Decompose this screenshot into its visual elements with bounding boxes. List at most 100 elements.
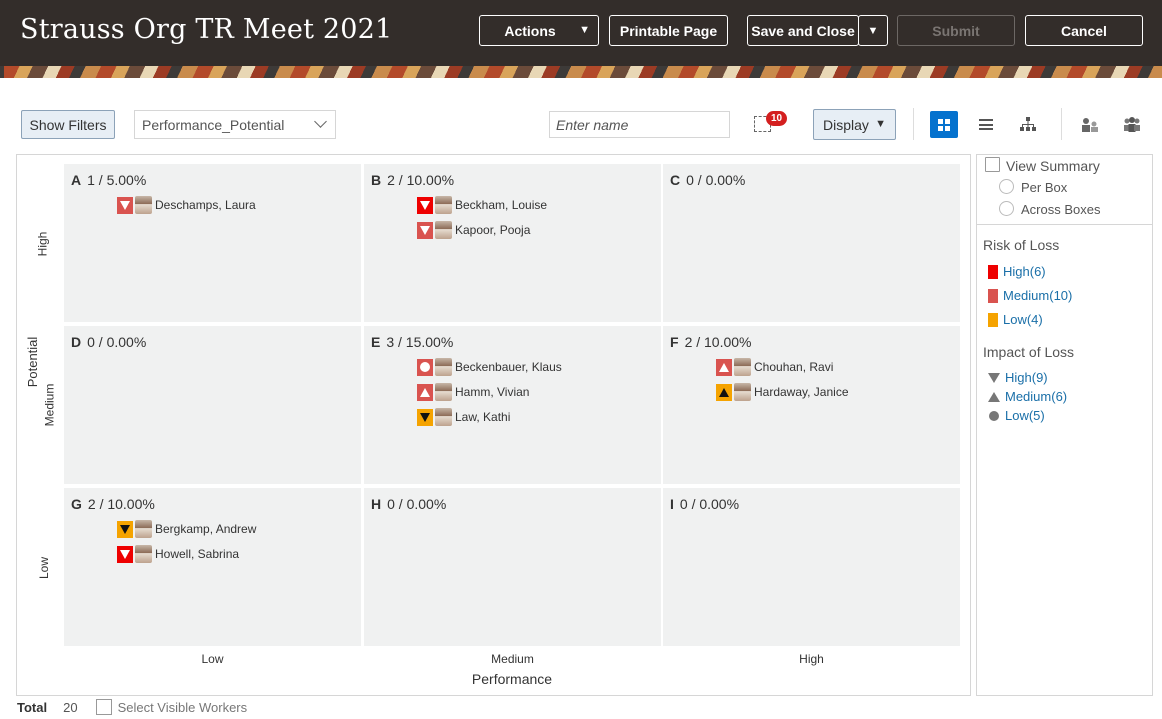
worker-name[interactable]: Chouhan, Ravi (754, 360, 833, 374)
risk-medium-indicator (117, 196, 133, 214)
box-header: G 2 / 10.00% (71, 496, 155, 512)
triangle-down-icon (420, 200, 430, 210)
avatar (435, 221, 452, 239)
y-level-low: Low (37, 556, 52, 580)
show-filters-button[interactable]: Show Filters (21, 110, 115, 139)
legend-divider (977, 224, 1152, 225)
triangle-down-icon (120, 549, 130, 559)
list-view-button[interactable] (972, 111, 1000, 138)
save-and-close-button[interactable]: Save and Close (747, 15, 859, 46)
grid-box-b[interactable]: B 2 / 10.00% Beckham, Louise Kapoor, Pooja (364, 164, 661, 322)
grid-box-d[interactable]: D 0 / 0.00% (64, 326, 361, 484)
display-menu-button[interactable]: Display ▼ (813, 109, 896, 140)
box-id: F (670, 334, 679, 350)
worker-card[interactable]: Howell, Sabrina (117, 544, 239, 564)
chevron-down-icon: ▼ (867, 24, 879, 37)
x-level-medium: Medium (491, 652, 534, 666)
grid-box-h[interactable]: H 0 / 0.00% (364, 488, 661, 646)
box-id: H (371, 496, 382, 512)
list-icon (979, 119, 993, 130)
worker-name[interactable]: Howell, Sabrina (155, 547, 239, 561)
grid-box-g[interactable]: G 2 / 10.00% Bergkamp, Andrew Howell, Sabri… (64, 488, 361, 646)
page-title: Strauss Org TR Meet 2021 (20, 14, 393, 45)
grid-box-c[interactable]: C 0 / 0.00% (663, 164, 960, 322)
risk-medium-label: Medium(10) (1003, 288, 1073, 303)
box-summary: 0 / 0.00% (87, 334, 147, 350)
actions-menu-button[interactable]: Actions ▼ (479, 15, 599, 46)
app-header: Strauss Org TR Meet 2021 Actions ▼ Print… (0, 0, 1162, 66)
grid-box-i[interactable]: I 0 / 0.00% (663, 488, 960, 646)
team-view-button[interactable] (1118, 111, 1146, 138)
worker-card[interactable]: Kapoor, Pooja (417, 220, 530, 240)
select-visible-label: Select Visible Workers (117, 699, 248, 715)
risk-low-filter[interactable]: Low(4) (988, 312, 1043, 327)
impact-of-loss-title: Impact of Loss (983, 344, 1075, 360)
box-summary: 3 / 15.00% (386, 334, 454, 350)
worker-card[interactable]: Hardaway, Janice (716, 382, 849, 402)
submit-button[interactable]: Submit (897, 15, 1015, 46)
worker-card[interactable]: Beckenbauer, Klaus (417, 357, 562, 377)
worker-card[interactable]: Beckham, Louise (417, 195, 547, 215)
worker-card[interactable]: Deschamps, Laura (117, 195, 256, 215)
risk-low-indicator (716, 383, 732, 401)
view-select[interactable]: Performance_Potential (134, 110, 336, 139)
across-boxes-label: Across Boxes (1021, 202, 1101, 217)
worker-name[interactable]: Hamm, Vivian (455, 385, 529, 399)
grid-box-a[interactable]: A 1 / 5.00% Deschamps, Laura (64, 164, 361, 322)
impact-medium-filter[interactable]: Medium(6) (988, 389, 1067, 404)
worker-card[interactable]: Bergkamp, Andrew (117, 519, 256, 539)
worker-name[interactable]: Hardaway, Janice (754, 385, 849, 399)
risk-high-indicator (117, 545, 133, 563)
hierarchy-view-button[interactable] (1014, 111, 1042, 138)
grid-box-e[interactable]: E 3 / 15.00% Beckenbauer, Klaus Hamm, Vivia… (364, 326, 661, 484)
avatar (435, 408, 452, 426)
grid-view-button[interactable] (930, 111, 958, 138)
box-summary: 0 / 0.00% (686, 172, 746, 188)
view-summary-checkbox[interactable] (985, 157, 1000, 172)
worker-card[interactable]: Hamm, Vivian (417, 382, 529, 402)
name-search-input[interactable] (549, 111, 730, 138)
box-header: C 0 / 0.00% (670, 172, 745, 188)
hierarchy-icon (1020, 117, 1036, 131)
risk-medium-indicator (417, 383, 433, 401)
worker-name[interactable]: Beckham, Louise (455, 198, 547, 212)
worker-name[interactable]: Kapoor, Pooja (455, 223, 530, 237)
risk-high-filter[interactable]: High(6) (988, 264, 1046, 279)
avatar (435, 358, 452, 376)
worker-name[interactable]: Deschamps, Laura (155, 198, 256, 212)
compare-workers-button[interactable] (1076, 111, 1104, 138)
triangle-down-icon (120, 200, 130, 210)
per-box-radio[interactable] (999, 179, 1014, 194)
triangle-down-icon (420, 412, 430, 422)
box-header: B 2 / 10.00% (371, 172, 454, 188)
x-level-high: High (799, 652, 824, 666)
avatar (135, 545, 152, 563)
worker-card[interactable]: Law, Kathi (417, 407, 510, 427)
impact-high-filter[interactable]: High(9) (988, 370, 1048, 385)
y-level-medium: Medium (42, 383, 57, 427)
worker-name[interactable]: Beckenbauer, Klaus (455, 360, 562, 374)
view-summary-label: View Summary (1006, 158, 1100, 174)
circle-icon (988, 410, 1000, 421)
worker-card[interactable]: Chouhan, Ravi (716, 357, 833, 377)
select-visible-checkbox[interactable] (95, 699, 112, 715)
worker-name[interactable]: Bergkamp, Andrew (155, 522, 256, 536)
avatar (135, 196, 152, 214)
box-header: E 3 / 15.00% (371, 334, 453, 350)
chevron-down-icon: ▼ (579, 24, 590, 36)
printable-page-button[interactable]: Printable Page (609, 15, 728, 46)
toolbar-divider (1061, 108, 1062, 140)
save-options-button[interactable]: ▼ (858, 15, 888, 46)
cancel-button[interactable]: Cancel (1025, 15, 1143, 46)
grid-box-f[interactable]: F 2 / 10.00% Chouhan, Ravi Hardaway, Janice (663, 326, 960, 484)
impact-low-filter[interactable]: Low(5) (988, 408, 1045, 423)
worker-name[interactable]: Law, Kathi (455, 410, 510, 424)
x-axis-title: Performance (471, 671, 553, 687)
risk-high-indicator (417, 196, 433, 214)
box-header: F 2 / 10.00% (670, 334, 752, 350)
toolbar-divider (913, 108, 914, 140)
across-boxes-radio[interactable] (999, 201, 1014, 216)
circle-icon (420, 362, 430, 372)
triangle-up-icon (988, 391, 1000, 402)
risk-medium-filter[interactable]: Medium(10) (988, 288, 1072, 303)
